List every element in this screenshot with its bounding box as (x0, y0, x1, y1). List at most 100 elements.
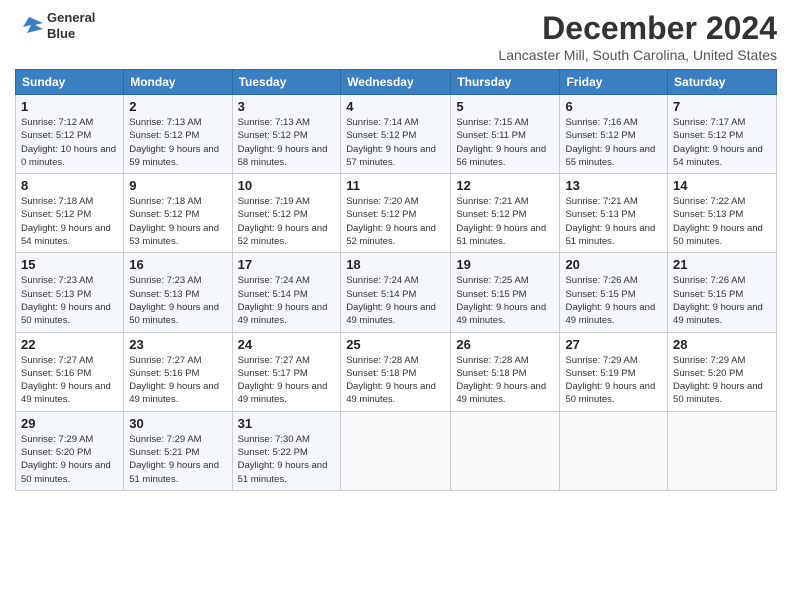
day-number: 22 (21, 337, 118, 352)
header-tuesday: Tuesday (232, 70, 341, 95)
day-number: 1 (21, 99, 118, 114)
day-info: Sunrise: 7:13 AMSunset: 5:12 PMDaylight:… (238, 116, 336, 169)
day-info: Sunrise: 7:23 AMSunset: 5:13 PMDaylight:… (21, 274, 118, 327)
calendar-week-row: 8 Sunrise: 7:18 AMSunset: 5:12 PMDayligh… (16, 174, 777, 253)
header-sunday: Sunday (16, 70, 124, 95)
day-number: 28 (673, 337, 771, 352)
day-info: Sunrise: 7:18 AMSunset: 5:12 PMDaylight:… (129, 195, 226, 248)
day-info: Sunrise: 7:18 AMSunset: 5:12 PMDaylight:… (21, 195, 118, 248)
calendar-cell: 20 Sunrise: 7:26 AMSunset: 5:15 PMDaylig… (560, 253, 668, 332)
month-title: December 2024 (498, 10, 777, 47)
day-number: 16 (129, 257, 226, 272)
header-saturday: Saturday (668, 70, 777, 95)
day-info: Sunrise: 7:28 AMSunset: 5:18 PMDaylight:… (456, 354, 554, 407)
header-monday: Monday (124, 70, 232, 95)
calendar-cell: 16 Sunrise: 7:23 AMSunset: 5:13 PMDaylig… (124, 253, 232, 332)
day-info: Sunrise: 7:26 AMSunset: 5:15 PMDaylight:… (673, 274, 771, 327)
day-number: 12 (456, 178, 554, 193)
calendar-cell (451, 411, 560, 490)
header-thursday: Thursday (451, 70, 560, 95)
day-number: 8 (21, 178, 118, 193)
day-info: Sunrise: 7:24 AMSunset: 5:14 PMDaylight:… (346, 274, 445, 327)
day-info: Sunrise: 7:12 AMSunset: 5:12 PMDaylight:… (21, 116, 118, 169)
day-info: Sunrise: 7:13 AMSunset: 5:12 PMDaylight:… (129, 116, 226, 169)
calendar-cell: 1 Sunrise: 7:12 AMSunset: 5:12 PMDayligh… (16, 95, 124, 174)
header-friday: Friday (560, 70, 668, 95)
calendar-cell: 11 Sunrise: 7:20 AMSunset: 5:12 PMDaylig… (341, 174, 451, 253)
calendar-cell: 6 Sunrise: 7:16 AMSunset: 5:12 PMDayligh… (560, 95, 668, 174)
day-info: Sunrise: 7:30 AMSunset: 5:22 PMDaylight:… (238, 433, 336, 486)
day-number: 21 (673, 257, 771, 272)
day-info: Sunrise: 7:29 AMSunset: 5:20 PMDaylight:… (673, 354, 771, 407)
day-number: 29 (21, 416, 118, 431)
day-info: Sunrise: 7:16 AMSunset: 5:12 PMDaylight:… (565, 116, 662, 169)
day-info: Sunrise: 7:29 AMSunset: 5:21 PMDaylight:… (129, 433, 226, 486)
calendar-cell: 3 Sunrise: 7:13 AMSunset: 5:12 PMDayligh… (232, 95, 341, 174)
day-number: 5 (456, 99, 554, 114)
day-info: Sunrise: 7:21 AMSunset: 5:12 PMDaylight:… (456, 195, 554, 248)
calendar-cell: 4 Sunrise: 7:14 AMSunset: 5:12 PMDayligh… (341, 95, 451, 174)
day-info: Sunrise: 7:15 AMSunset: 5:11 PMDaylight:… (456, 116, 554, 169)
day-number: 9 (129, 178, 226, 193)
day-number: 23 (129, 337, 226, 352)
calendar-cell: 23 Sunrise: 7:27 AMSunset: 5:16 PMDaylig… (124, 332, 232, 411)
calendar-cell: 13 Sunrise: 7:21 AMSunset: 5:13 PMDaylig… (560, 174, 668, 253)
day-info: Sunrise: 7:27 AMSunset: 5:16 PMDaylight:… (129, 354, 226, 407)
day-number: 20 (565, 257, 662, 272)
calendar-cell: 14 Sunrise: 7:22 AMSunset: 5:13 PMDaylig… (668, 174, 777, 253)
day-number: 3 (238, 99, 336, 114)
day-info: Sunrise: 7:17 AMSunset: 5:12 PMDaylight:… (673, 116, 771, 169)
day-number: 26 (456, 337, 554, 352)
day-info: Sunrise: 7:19 AMSunset: 5:12 PMDaylight:… (238, 195, 336, 248)
calendar-week-row: 22 Sunrise: 7:27 AMSunset: 5:16 PMDaylig… (16, 332, 777, 411)
calendar-cell: 19 Sunrise: 7:25 AMSunset: 5:15 PMDaylig… (451, 253, 560, 332)
calendar-cell: 15 Sunrise: 7:23 AMSunset: 5:13 PMDaylig… (16, 253, 124, 332)
calendar-cell: 29 Sunrise: 7:29 AMSunset: 5:20 PMDaylig… (16, 411, 124, 490)
day-number: 15 (21, 257, 118, 272)
day-number: 30 (129, 416, 226, 431)
day-number: 31 (238, 416, 336, 431)
calendar-cell: 25 Sunrise: 7:28 AMSunset: 5:18 PMDaylig… (341, 332, 451, 411)
day-info: Sunrise: 7:23 AMSunset: 5:13 PMDaylight:… (129, 274, 226, 327)
calendar-header-row: SundayMondayTuesdayWednesdayThursdayFrid… (16, 70, 777, 95)
day-number: 25 (346, 337, 445, 352)
calendar-week-row: 1 Sunrise: 7:12 AMSunset: 5:12 PMDayligh… (16, 95, 777, 174)
day-info: Sunrise: 7:24 AMSunset: 5:14 PMDaylight:… (238, 274, 336, 327)
day-info: Sunrise: 7:14 AMSunset: 5:12 PMDaylight:… (346, 116, 445, 169)
calendar-cell (560, 411, 668, 490)
day-number: 13 (565, 178, 662, 193)
location-title: Lancaster Mill, South Carolina, United S… (498, 47, 777, 63)
day-info: Sunrise: 7:28 AMSunset: 5:18 PMDaylight:… (346, 354, 445, 407)
logo-text: General Blue (47, 10, 95, 41)
calendar-cell: 17 Sunrise: 7:24 AMSunset: 5:14 PMDaylig… (232, 253, 341, 332)
day-number: 14 (673, 178, 771, 193)
page-header: General Blue December 2024 Lancaster Mil… (15, 10, 777, 63)
day-info: Sunrise: 7:20 AMSunset: 5:12 PMDaylight:… (346, 195, 445, 248)
day-info: Sunrise: 7:26 AMSunset: 5:15 PMDaylight:… (565, 274, 662, 327)
calendar-cell: 2 Sunrise: 7:13 AMSunset: 5:12 PMDayligh… (124, 95, 232, 174)
calendar-cell: 9 Sunrise: 7:18 AMSunset: 5:12 PMDayligh… (124, 174, 232, 253)
day-info: Sunrise: 7:27 AMSunset: 5:17 PMDaylight:… (238, 354, 336, 407)
day-info: Sunrise: 7:29 AMSunset: 5:20 PMDaylight:… (21, 433, 118, 486)
day-number: 24 (238, 337, 336, 352)
calendar-week-row: 29 Sunrise: 7:29 AMSunset: 5:20 PMDaylig… (16, 411, 777, 490)
calendar-cell: 7 Sunrise: 7:17 AMSunset: 5:12 PMDayligh… (668, 95, 777, 174)
calendar-cell (668, 411, 777, 490)
calendar-cell: 12 Sunrise: 7:21 AMSunset: 5:12 PMDaylig… (451, 174, 560, 253)
day-number: 27 (565, 337, 662, 352)
day-number: 4 (346, 99, 445, 114)
calendar-cell: 31 Sunrise: 7:30 AMSunset: 5:22 PMDaylig… (232, 411, 341, 490)
day-number: 17 (238, 257, 336, 272)
calendar-cell: 24 Sunrise: 7:27 AMSunset: 5:17 PMDaylig… (232, 332, 341, 411)
calendar-week-row: 15 Sunrise: 7:23 AMSunset: 5:13 PMDaylig… (16, 253, 777, 332)
day-number: 7 (673, 99, 771, 114)
calendar-cell: 28 Sunrise: 7:29 AMSunset: 5:20 PMDaylig… (668, 332, 777, 411)
day-number: 19 (456, 257, 554, 272)
calendar-cell: 18 Sunrise: 7:24 AMSunset: 5:14 PMDaylig… (341, 253, 451, 332)
calendar-cell: 21 Sunrise: 7:26 AMSunset: 5:15 PMDaylig… (668, 253, 777, 332)
day-info: Sunrise: 7:25 AMSunset: 5:15 PMDaylight:… (456, 274, 554, 327)
calendar-table: SundayMondayTuesdayWednesdayThursdayFrid… (15, 69, 777, 491)
calendar-cell: 5 Sunrise: 7:15 AMSunset: 5:11 PMDayligh… (451, 95, 560, 174)
logo-icon (15, 15, 43, 37)
calendar-cell: 27 Sunrise: 7:29 AMSunset: 5:19 PMDaylig… (560, 332, 668, 411)
